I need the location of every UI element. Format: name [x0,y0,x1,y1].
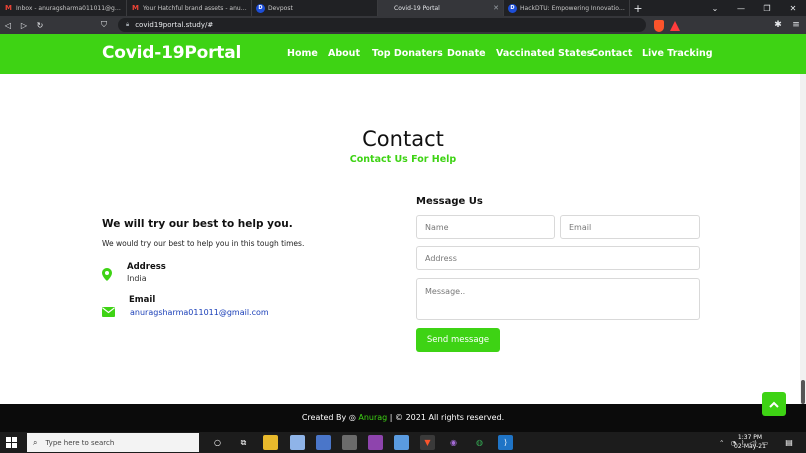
app-icon[interactable] [342,435,357,450]
nav-vaccinated-states[interactable]: Vaccinated States [496,48,592,59]
site-footer: Created By ◎ Anurag | © 2021 All rights … [0,404,806,432]
footer-text: Created By ◎ Anurag | © 2021 All rights … [0,413,806,422]
github-icon: ◎ [348,413,356,422]
tab-label: Inbox - anuragsharma011011@gmail.c [16,4,122,12]
reload-icon[interactable]: ↻ [32,16,48,34]
app-icon[interactable] [394,435,409,450]
address-bar[interactable]: 🔒︎ covid19portal.study/# [118,18,646,32]
browser-tab-active[interactable]: Covid-19 Portal ✕ [378,0,504,16]
address-label: Address [127,262,166,272]
clock-time: 1:37 PM [737,434,763,441]
browser-tab[interactable]: M Your Hatchful brand assets - anurag [127,0,252,16]
notification-icon[interactable]: ▤ [783,436,795,448]
file-explorer-icon[interactable] [263,435,278,450]
windows-taskbar: ⌕ Type here to search ○ ⧉ ▼ ◉ ◍ ⟩ ⌃ ◔ ⌇ … [0,432,806,453]
gmail-icon: M [5,4,12,12]
address-input[interactable] [416,246,700,270]
nav-home[interactable]: Home [287,48,318,59]
devpost-icon: D [508,3,517,13]
message-textarea[interactable] [416,278,700,320]
email-link[interactable]: anuragsharma011011@gmail.com [130,308,269,317]
footer-suffix: | © 2021 All rights reserved. [389,413,505,422]
envelope-icon [102,302,115,321]
devpost-icon: D [256,3,265,13]
extensions-icon[interactable]: ✱ [770,17,786,33]
email-label: Email [129,295,156,305]
location-pin-icon [102,266,112,285]
nav-contact[interactable]: Contact [591,48,632,59]
close-window-button[interactable]: ✕ [780,0,806,16]
tab-label: Covid-19 Portal [394,4,440,12]
site-navbar: Covid-19Portal Home About Top Donaters D… [0,34,806,74]
footer-author-link[interactable]: Anurag [358,413,387,422]
browser-tab-strip: M Inbox - anuragsharma011011@gmail.c M Y… [0,0,806,16]
address-value: India [127,274,147,283]
github-desktop-icon[interactable]: ◉ [446,435,461,450]
app-icon[interactable] [316,435,331,450]
back-to-top-button[interactable] [762,392,786,416]
nav-donate[interactable]: Donate [447,48,486,59]
footer-prefix: Created By [301,413,347,422]
tab-label: HackDTU: Empowering Innovation - D [520,4,625,12]
tab-search-icon[interactable]: ⌄ [702,0,728,16]
scrollbar-track[interactable] [800,74,806,432]
taskbar-clock[interactable]: 1:37 PM 02-May-21 [732,434,768,451]
nav-about[interactable]: About [328,48,360,59]
brave-rewards-icon[interactable] [670,21,680,31]
taskbar-search[interactable]: ⌕ Type here to search [27,433,199,452]
minimize-button[interactable]: — [728,0,754,16]
close-tab-icon[interactable]: ✕ [493,4,499,12]
nav-top-donaters[interactable]: Top Donaters [372,48,443,59]
windows-start-icon[interactable] [6,437,17,448]
brave-shield-icon[interactable] [654,20,664,32]
name-input[interactable] [416,215,555,239]
gmail-icon: M [132,4,139,12]
help-text: We would try our best to help you in thi… [102,239,305,248]
url-text: covid19portal.study/# [135,21,214,29]
site-brand[interactable]: Covid-19Portal [102,43,241,63]
onenote-icon[interactable] [368,435,383,450]
taskbar-search-placeholder: Type here to search [45,438,115,447]
cortana-icon[interactable]: ○ [210,435,225,450]
lock-icon: 🔒︎ [126,21,130,28]
chevron-up-icon[interactable]: ⌃ [719,439,724,447]
clock-date: 02-May-21 [734,442,766,450]
new-tab-button[interactable]: + [630,0,646,16]
forward-icon[interactable]: ▷ [16,16,32,34]
brave-browser-icon[interactable]: ▼ [420,435,435,450]
menu-icon[interactable]: ≡ [788,17,804,33]
nav-live-tracking[interactable]: Live Tracking [642,48,713,59]
tab-label: Your Hatchful brand assets - anurag [143,4,247,12]
chrome-icon[interactable]: ◍ [472,435,487,450]
scrollbar-thumb[interactable] [801,380,805,404]
help-heading: We will try our best to help you. [102,218,293,230]
bookmark-icon[interactable]: ⛉ [96,16,112,34]
browser-tab[interactable]: M Inbox - anuragsharma011011@gmail.c [0,0,127,16]
send-message-button[interactable]: Send message [416,328,500,352]
tab-label: Devpost [268,4,293,12]
page-title: Contact [362,127,444,151]
email-input[interactable] [560,215,700,239]
search-icon: ⌕ [33,437,38,447]
browser-tab[interactable]: D HackDTU: Empowering Innovation - D [504,0,630,16]
back-icon[interactable]: ◁ [0,16,16,34]
maximize-button[interactable]: ❐ [754,0,780,16]
form-heading: Message Us [416,196,483,207]
browser-tab[interactable]: D Devpost [252,0,378,16]
notepad-icon[interactable] [290,435,305,450]
vscode-icon[interactable]: ⟩ [498,435,513,450]
page-subtitle: Contact Us For Help [349,154,457,165]
task-view-icon[interactable]: ⧉ [236,435,251,450]
chevron-up-icon [769,401,779,408]
window-controls: ⌄ — ❐ ✕ [702,0,806,16]
